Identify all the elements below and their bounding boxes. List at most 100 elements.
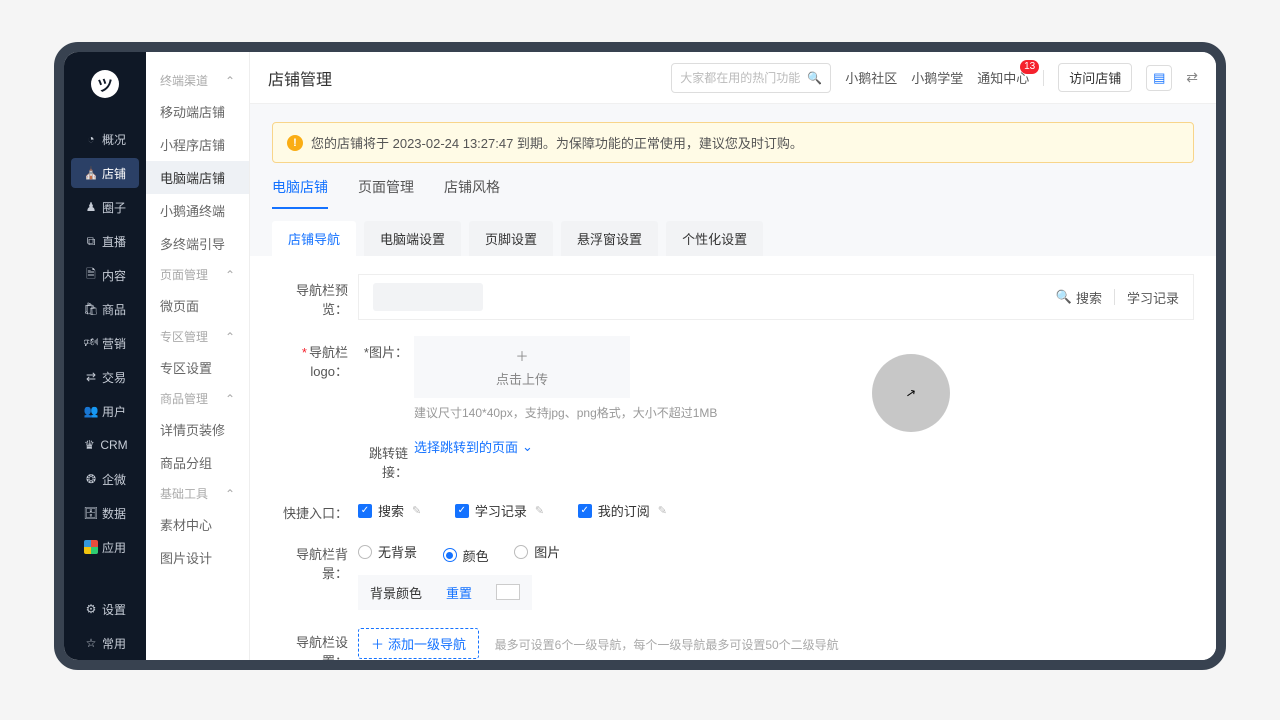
plus-icon: ＋ [515, 346, 528, 365]
tab-float-settings[interactable]: 悬浮窗设置 [561, 221, 658, 256]
tab-shop-style[interactable]: 店铺风格 [444, 177, 500, 209]
quick-subscribe-checkbox[interactable]: ✓我的订阅✎ [578, 501, 667, 520]
sub-goods-groups[interactable]: 商品分组 [146, 446, 249, 479]
tab-shop-nav[interactable]: 店铺导航 [272, 221, 356, 256]
shop-icon: ⛪ [84, 166, 98, 180]
content-scroll[interactable]: ! 您的店铺将于 2023-02-24 13:27:47 到期。为保障功能的正常… [250, 104, 1216, 660]
nav-trade[interactable]: ⇄交易 [71, 362, 139, 392]
nav-settings[interactable]: ⚙设置 [71, 594, 139, 624]
add-nav-button[interactable]: ＋添加一级导航 [358, 628, 479, 659]
topbar: 店铺管理 大家都在用的热门功能 🔍 小鹅社区 小鹅学堂 通知中心13 访问店铺 … [250, 52, 1216, 104]
logo-label: *导航栏logo： [272, 336, 358, 380]
live-icon: ⧉ [84, 234, 98, 249]
upload-text: 点击上传 [496, 369, 548, 388]
upload-area[interactable]: ＋ 点击上传 [414, 336, 630, 398]
bag-icon: 🛍 [84, 302, 98, 316]
reset-button[interactable]: 重置 [446, 583, 472, 602]
nav-wecom[interactable]: ❂企微 [71, 464, 139, 494]
nav-crm[interactable]: ♛CRM [71, 430, 139, 460]
link-school[interactable]: 小鹅学堂 [911, 68, 963, 87]
circle-icon: ♟ [84, 200, 98, 214]
nav-circle[interactable]: ♟圈子 [71, 192, 139, 222]
nav-live[interactable]: ⧉直播 [71, 226, 139, 256]
chevron-up-icon: ⌃ [225, 487, 235, 501]
preview-search[interactable]: 🔍搜索 [1056, 288, 1102, 307]
preview-label: 导航栏预览： [272, 274, 358, 318]
group-tools[interactable]: 基础工具⌃ [146, 479, 249, 508]
color-swatch[interactable] [496, 584, 520, 600]
bg-color-row: 背景颜色 重置 [358, 575, 532, 610]
wecom-icon: ❂ [84, 472, 98, 486]
theme-button[interactable]: ▤ [1146, 65, 1172, 91]
secondary-sidebar: 终端渠道⌃ 移动端店铺 小程序店铺 电脑端店铺 小鹅通终端 多终端引导 页面管理… [146, 52, 250, 660]
speaker-icon: 🕬 [84, 333, 98, 354]
page-title: 店铺管理 [268, 66, 332, 90]
quick-entry-label: 快捷入口： [272, 497, 358, 522]
main-area: 店铺管理 大家都在用的热门功能 🔍 小鹅社区 小鹅学堂 通知中心13 访问店铺 … [250, 52, 1216, 660]
nav-settings-label: 导航栏设置： [272, 626, 358, 661]
nav-apps[interactable]: 应用 [71, 532, 139, 562]
tab-footer-settings[interactable]: 页脚设置 [469, 221, 553, 256]
tab-pc-settings[interactable]: 电脑端设置 [364, 221, 461, 256]
link-notifications[interactable]: 通知中心13 [977, 68, 1029, 87]
search-icon: 🔍 [1056, 289, 1072, 305]
trade-icon: ⇄ [84, 370, 98, 384]
bg-image-radio[interactable]: 图片 [514, 542, 560, 561]
chevron-up-icon: ⌃ [225, 268, 235, 282]
group-channels[interactable]: 终端渠道⌃ [146, 66, 249, 95]
alert-text: 您的店铺将于 2023-02-24 13:27:47 到期。为保障功能的正常使用… [311, 133, 803, 152]
doc-icon: 🗎 [84, 265, 98, 286]
quick-study-checkbox[interactable]: ✓学习记录✎ [455, 501, 544, 520]
sub-micro-page[interactable]: 微页面 [146, 289, 249, 322]
sub-material-center[interactable]: 素材中心 [146, 508, 249, 541]
quick-search-checkbox[interactable]: ✓搜索✎ [358, 501, 421, 520]
nav-goods[interactable]: 🛍商品 [71, 294, 139, 324]
image-label: *图片： [358, 336, 414, 361]
nav-favorites[interactable]: ☆常用 [71, 628, 139, 658]
nav-shop[interactable]: ⛪店铺 [71, 158, 139, 188]
sub-miniprogram-shop[interactable]: 小程序店铺 [146, 128, 249, 161]
tabs-primary: 电脑店铺 页面管理 店铺风格 [250, 163, 1216, 209]
global-search[interactable]: 大家都在用的热门功能 🔍 [671, 63, 831, 93]
tab-pc-shop[interactable]: 电脑店铺 [272, 177, 328, 209]
chevron-up-icon: ⌃ [225, 74, 235, 88]
settings-panel: 导航栏预览： 🔍搜索 学习记录 *导航栏logo： *图片： [250, 256, 1216, 660]
nav-overview[interactable]: ◔概况 [71, 124, 139, 154]
edit-icon[interactable]: ✎ [658, 504, 667, 517]
tab-page-mgmt[interactable]: 页面管理 [358, 177, 414, 209]
sub-mobile-shop[interactable]: 移动端店铺 [146, 95, 249, 128]
tabs-secondary: 店铺导航 电脑端设置 页脚设置 悬浮窗设置 个性化设置 [250, 209, 1216, 256]
crown-icon: ♛ [82, 438, 96, 452]
sub-image-design[interactable]: 图片设计 [146, 541, 249, 574]
expiry-alert: ! 您的店铺将于 2023-02-24 13:27:47 到期。为保障功能的正常… [272, 122, 1194, 163]
jump-link-select[interactable]: 选择跳转到的页面⌄ [414, 437, 533, 456]
group-zone[interactable]: 专区管理⌃ [146, 322, 249, 351]
app-logo[interactable]: ツ [91, 70, 119, 98]
edit-icon[interactable]: ✎ [412, 504, 421, 517]
bg-color-radio[interactable]: 颜色 [443, 546, 489, 565]
nav-settings-tip: 最多可设置6个一级导航，每个一级导航最多可设置50个二级导航 [495, 638, 839, 652]
sub-detail-decoration[interactable]: 详情页装修 [146, 413, 249, 446]
sub-zone-settings[interactable]: 专区设置 [146, 351, 249, 384]
group-goods[interactable]: 商品管理⌃ [146, 384, 249, 413]
link-community[interactable]: 小鹅社区 [845, 68, 897, 87]
bg-none-radio[interactable]: 无背景 [358, 542, 417, 561]
plus-icon: ＋ [371, 634, 384, 653]
sub-multi-terminal[interactable]: 多终端引导 [146, 227, 249, 260]
nav-data[interactable]: 🗄数据 [71, 498, 139, 528]
sub-xiaoetong-terminal[interactable]: 小鹅通终端 [146, 194, 249, 227]
edit-icon[interactable]: ✎ [535, 504, 544, 517]
preview-study-record[interactable]: 学习记录 [1127, 288, 1179, 307]
nav-users[interactable]: 👥用户 [71, 396, 139, 426]
apps-icon [84, 540, 98, 554]
nav-marketing[interactable]: 🕬营销 [71, 328, 139, 358]
nav-bg-label: 导航栏背景： [272, 538, 358, 582]
group-pages[interactable]: 页面管理⌃ [146, 260, 249, 289]
visit-shop-button[interactable]: 访问店铺 [1058, 63, 1132, 92]
clock-icon: ◔ [84, 132, 98, 146]
upload-hint: 建议尺寸140*40px，支持jpg、png格式，大小不超过1MB [414, 404, 1194, 421]
sub-pc-shop[interactable]: 电脑端店铺 [146, 161, 249, 194]
nav-content[interactable]: 🗎内容 [71, 260, 139, 290]
tab-personal-settings[interactable]: 个性化设置 [666, 221, 763, 256]
swap-button[interactable]: ⇄ [1186, 69, 1198, 86]
